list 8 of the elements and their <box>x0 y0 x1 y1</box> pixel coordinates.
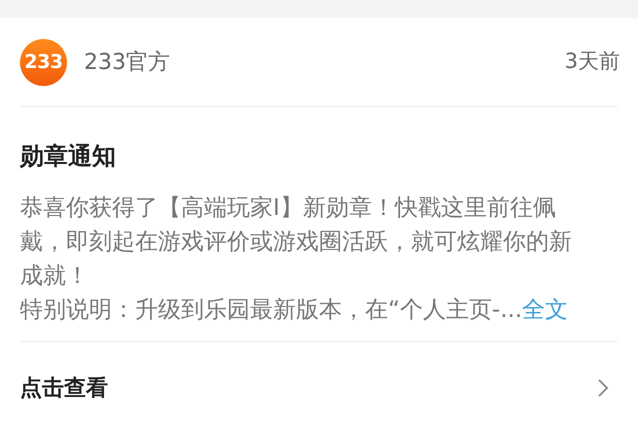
sender-name: 233官方 <box>84 48 170 76</box>
notification-title: 勋章通知 <box>20 141 117 172</box>
timestamp: 3天前 <box>564 48 620 76</box>
chevron-right-icon <box>598 379 608 397</box>
notification-body: 恭喜你获得了【高端玩家I】新勋章！快戳这里前往佩戴，即刻起在游戏评价或游戏圈活跃，就可炫耀你的新成就！ <box>20 194 573 291</box>
view-link[interactable]: 点击查看 <box>20 372 108 404</box>
notification-note: 特别说明：升级到乐园最新版本，在“个人主页-... <box>20 296 522 325</box>
logo-icon: 233 <box>20 38 67 86</box>
